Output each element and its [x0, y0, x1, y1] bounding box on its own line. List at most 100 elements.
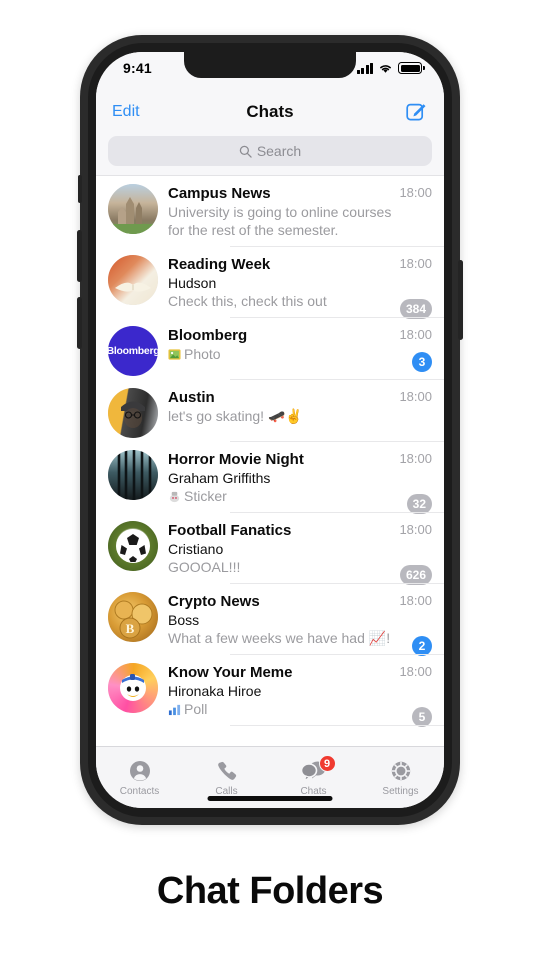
search-placeholder: Search [256, 143, 302, 159]
chat-row-body: 18:00 Austin let's go skating! 🛹✌️ [158, 388, 444, 442]
chat-row-body: 18:00 Football Fanatics Cristiano GOOOAL!!!… [158, 521, 444, 585]
unread-badge: 5 [412, 707, 432, 727]
volume-down-button[interactable] [77, 297, 82, 349]
volume-up-button[interactable] [77, 230, 82, 282]
compose-icon[interactable] [406, 101, 427, 127]
unread-badge: 3 [412, 352, 432, 372]
avatar[interactable]: B [108, 592, 158, 642]
soccer-ball-photo [108, 521, 158, 571]
chat-time: 18:00 [399, 389, 432, 404]
bitcoin-coins-photo: B [108, 592, 158, 642]
chat-row-body: 18:00 Know Your Meme Hironaka Hiroe Poll 5 [158, 663, 444, 727]
avatar[interactable]: Bloomberg [108, 326, 158, 376]
tab-settings[interactable]: Settings [357, 747, 444, 808]
chat-sender: Hudson [168, 275, 217, 291]
chat-row-body: 18:00 Campus News University is going to o… [158, 184, 444, 247]
chat-title: Football Fanatics [168, 522, 292, 539]
avatar[interactable] [108, 388, 158, 438]
chat-sender: Boss [168, 612, 200, 628]
chats-icon: 9 [300, 755, 336, 784]
search-container: Search [96, 134, 444, 175]
chat-row-body: 18:00 Bloomberg Photo 3 [158, 326, 444, 380]
phone-icon [215, 758, 239, 784]
caption-title: Chat Folders [156, 870, 384, 912]
chat-message: Poll [168, 700, 432, 718]
battery-icon [398, 62, 425, 74]
chat-message: GOOOAL!!! [168, 559, 241, 575]
bloomberg-logo: Bloomberg [108, 326, 158, 376]
svg-text:B: B [126, 621, 135, 636]
chat-time: 18:00 [399, 664, 432, 679]
avatar[interactable] [108, 663, 158, 713]
page-title: Chats [246, 102, 294, 121]
chat-title: Know Your Meme [168, 664, 293, 681]
chat-time: 18:00 [399, 451, 432, 466]
chat-message: let's go skating! 🛹✌️ [168, 408, 303, 424]
chat-message: Photo [168, 345, 432, 363]
chat-row-body: 18:00 Crypto News Boss What a few weeks we … [158, 592, 444, 656]
chat-time: 18:00 [399, 256, 432, 271]
chat-message: What a few weeks we have had 📈! [168, 630, 391, 646]
avatar[interactable] [108, 450, 158, 500]
status-indicators [356, 62, 425, 74]
chat-sender: Cristiano [168, 541, 224, 557]
unread-badge: 384 [399, 299, 432, 319]
avatar[interactable] [108, 184, 158, 234]
tab-contacts[interactable]: Contacts [96, 747, 183, 808]
chat-title: Bloomberg [168, 327, 248, 344]
screenshot-root: 9:41 Edit Chats Search 18:00 Campus News… [0, 0, 540, 960]
phone-screen: 9:41 Edit Chats Search 18:00 Campus News… [96, 52, 444, 808]
gear-icon [389, 758, 413, 784]
chat-row-body: 18:00 Reading Week Hudson Check this, check… [158, 255, 444, 319]
search-input[interactable]: Search [108, 136, 432, 166]
silent-switch[interactable] [78, 175, 82, 203]
chat-row[interactable]: 18:00 Football Fanatics Cristiano GOOOAL!!!… [96, 513, 444, 585]
chat-title: Crypto News [168, 593, 260, 610]
chat-row[interactable]: Bloomberg 18:00 Bloomberg Photo 3 [96, 318, 444, 380]
chat-message-line2: for the rest of the semester. [168, 222, 339, 238]
status-time: 9:41 [123, 60, 152, 76]
chat-sender: Hironaka Hiroe [168, 683, 262, 699]
dark-forest-photo [108, 450, 158, 500]
edit-button[interactable]: Edit [112, 103, 140, 121]
chat-title: Austin [168, 389, 215, 406]
chat-time: 18:00 [399, 522, 432, 537]
duck-meme-photo [108, 663, 158, 713]
phone-frame: 9:41 Edit Chats Search 18:00 Campus News… [77, 35, 463, 825]
chat-title: Reading Week [168, 256, 271, 273]
tab-badge: 9 [318, 755, 336, 772]
cathedral-photo [108, 184, 158, 234]
chat-time: 18:00 [399, 327, 432, 342]
chat-row[interactable]: 18:00 Campus News University is going to o… [96, 176, 444, 247]
chat-time: 18:00 [399, 593, 432, 608]
avatar[interactable] [108, 255, 158, 305]
contacts-icon [128, 758, 152, 784]
avatar[interactable] [108, 521, 158, 571]
chat-title: Campus News [168, 185, 271, 202]
status-bar: 9:41 [96, 52, 444, 90]
home-indicator [207, 796, 333, 801]
chat-row[interactable]: 18:00 Reading Week Hudson Check this, check… [96, 247, 444, 319]
chat-list[interactable]: 18:00 Campus News University is going to o… [96, 176, 444, 755]
chat-row-body: 18:00 Horror Movie Night Graham Griffiths S… [158, 450, 444, 514]
chat-title: Horror Movie Night [168, 451, 304, 468]
wifi-icon [380, 64, 391, 73]
chat-message: Check this, check this out [168, 293, 327, 309]
chat-row[interactable]: B 18:00 Crypto News Boss What a few weeks we… [96, 584, 444, 656]
chat-message: University is going to online courses [168, 204, 392, 220]
chat-row[interactable]: 18:00 Horror Movie Night Graham Griffiths S… [96, 442, 444, 514]
row-divider [230, 725, 444, 726]
unread-badge: 626 [399, 565, 432, 585]
man-beanie-photo [108, 388, 158, 438]
power-button[interactable] [458, 260, 463, 340]
tab-label: Settings [382, 786, 419, 797]
chat-time: 18:00 [399, 185, 432, 200]
chat-row[interactable]: 18:00 Know Your Meme Hironaka Hiroe Poll 5 [96, 655, 444, 727]
tab-label: Contacts [119, 786, 160, 797]
chat-row[interactable]: 18:00 Austin let's go skating! 🛹✌️ [96, 380, 444, 442]
chat-message: Sticker [168, 487, 432, 505]
signal-bars-icon [356, 62, 373, 74]
unread-badge: 2 [412, 636, 432, 656]
display-notch [184, 52, 356, 78]
search-icon [239, 145, 252, 158]
